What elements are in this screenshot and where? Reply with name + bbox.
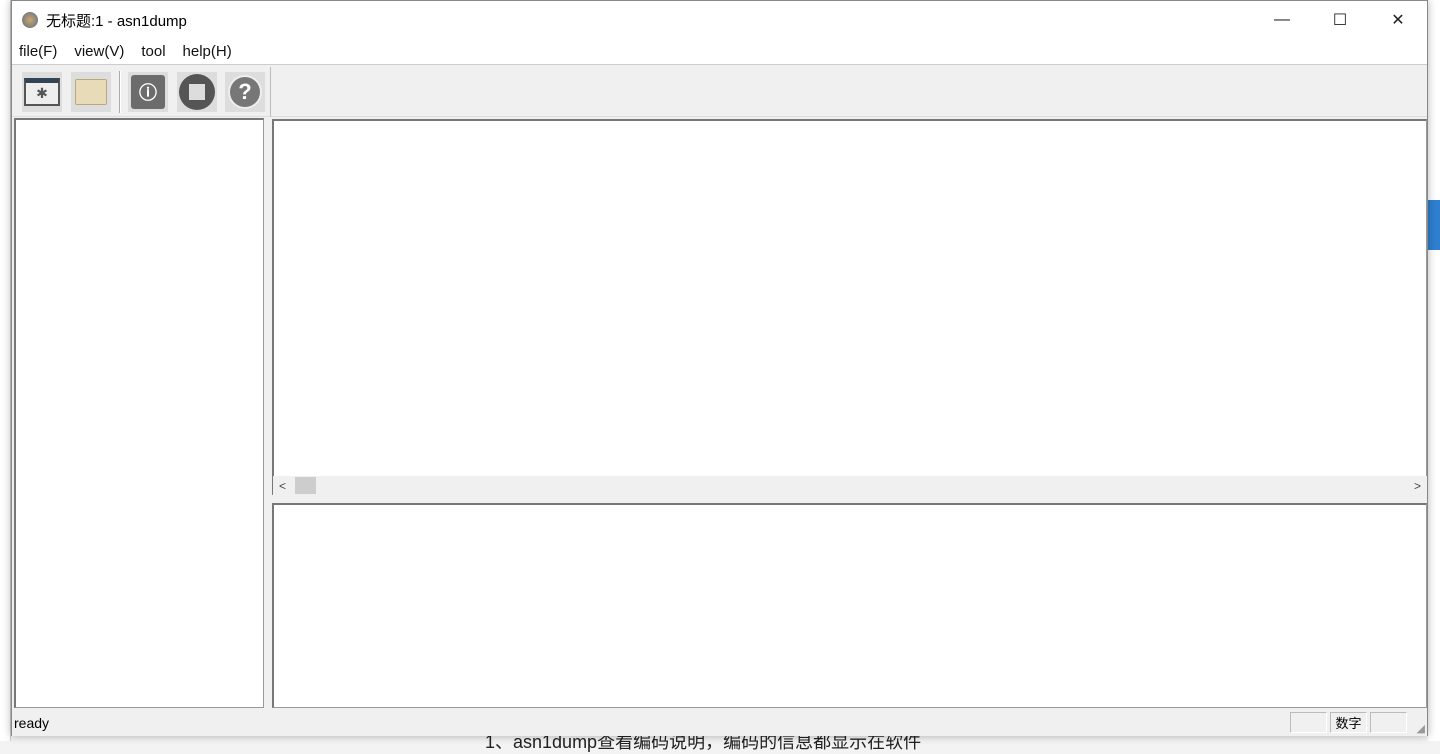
status-panel-scroll bbox=[1370, 712, 1407, 733]
app-icon bbox=[22, 12, 38, 28]
detail-pane[interactable] bbox=[272, 503, 1427, 708]
scroll-right-button[interactable]: > bbox=[1414, 479, 1421, 493]
status-panel-caps bbox=[1290, 712, 1327, 733]
window-title: 无标题:1 - asn1dump bbox=[46, 12, 187, 30]
open-folder-icon bbox=[75, 79, 107, 105]
tree-pane[interactable] bbox=[14, 118, 264, 708]
status-panel-num: 数字 bbox=[1330, 712, 1367, 733]
status-bar: ready 数字 ◢ bbox=[12, 709, 1427, 736]
menu-help[interactable]: help(H) bbox=[183, 43, 232, 60]
new-button[interactable]: ✱ bbox=[22, 72, 62, 112]
disk-button[interactable] bbox=[177, 72, 217, 112]
resize-grip-icon[interactable]: ◢ bbox=[1417, 722, 1425, 735]
background-app bbox=[0, 0, 11, 741]
asn1dump-window: 无标题:1 - asn1dump — ☐ ✕ file(F) view(V) t… bbox=[11, 0, 1428, 736]
power-icon: ⓘ bbox=[131, 75, 165, 109]
menu-file[interactable]: file(F) bbox=[19, 43, 57, 60]
background-app-right bbox=[1428, 0, 1440, 741]
minimize-button[interactable]: — bbox=[1253, 1, 1311, 39]
open-button[interactable] bbox=[71, 72, 111, 112]
toolbar-separator bbox=[119, 71, 121, 113]
status-text: ready bbox=[14, 714, 50, 731]
maximize-button[interactable]: ☐ bbox=[1311, 1, 1369, 39]
menu-tool[interactable]: tool bbox=[141, 43, 165, 60]
close-button[interactable]: ✕ bbox=[1369, 1, 1427, 39]
new-icon: ✱ bbox=[24, 78, 60, 106]
title-bar[interactable]: 无标题:1 - asn1dump — ☐ ✕ bbox=[12, 1, 1427, 39]
menu-bar: file(F) view(V) tool help(H) bbox=[12, 39, 1427, 65]
background-accent bbox=[1428, 200, 1440, 250]
toolbar-separator bbox=[270, 67, 272, 117]
help-button[interactable]: ? bbox=[225, 72, 265, 112]
hex-view-pane[interactable] bbox=[272, 119, 1427, 495]
horizontal-scrollbar[interactable]: < > bbox=[273, 476, 1427, 495]
scroll-thumb[interactable] bbox=[295, 477, 316, 494]
scroll-left-button[interactable]: < bbox=[279, 479, 286, 493]
help-icon: ? bbox=[228, 75, 262, 109]
power-button[interactable]: ⓘ bbox=[128, 72, 168, 112]
disk-icon bbox=[179, 74, 215, 110]
menu-view[interactable]: view(V) bbox=[74, 43, 124, 60]
toolbar: ✱ ⓘ ? bbox=[12, 67, 1427, 117]
